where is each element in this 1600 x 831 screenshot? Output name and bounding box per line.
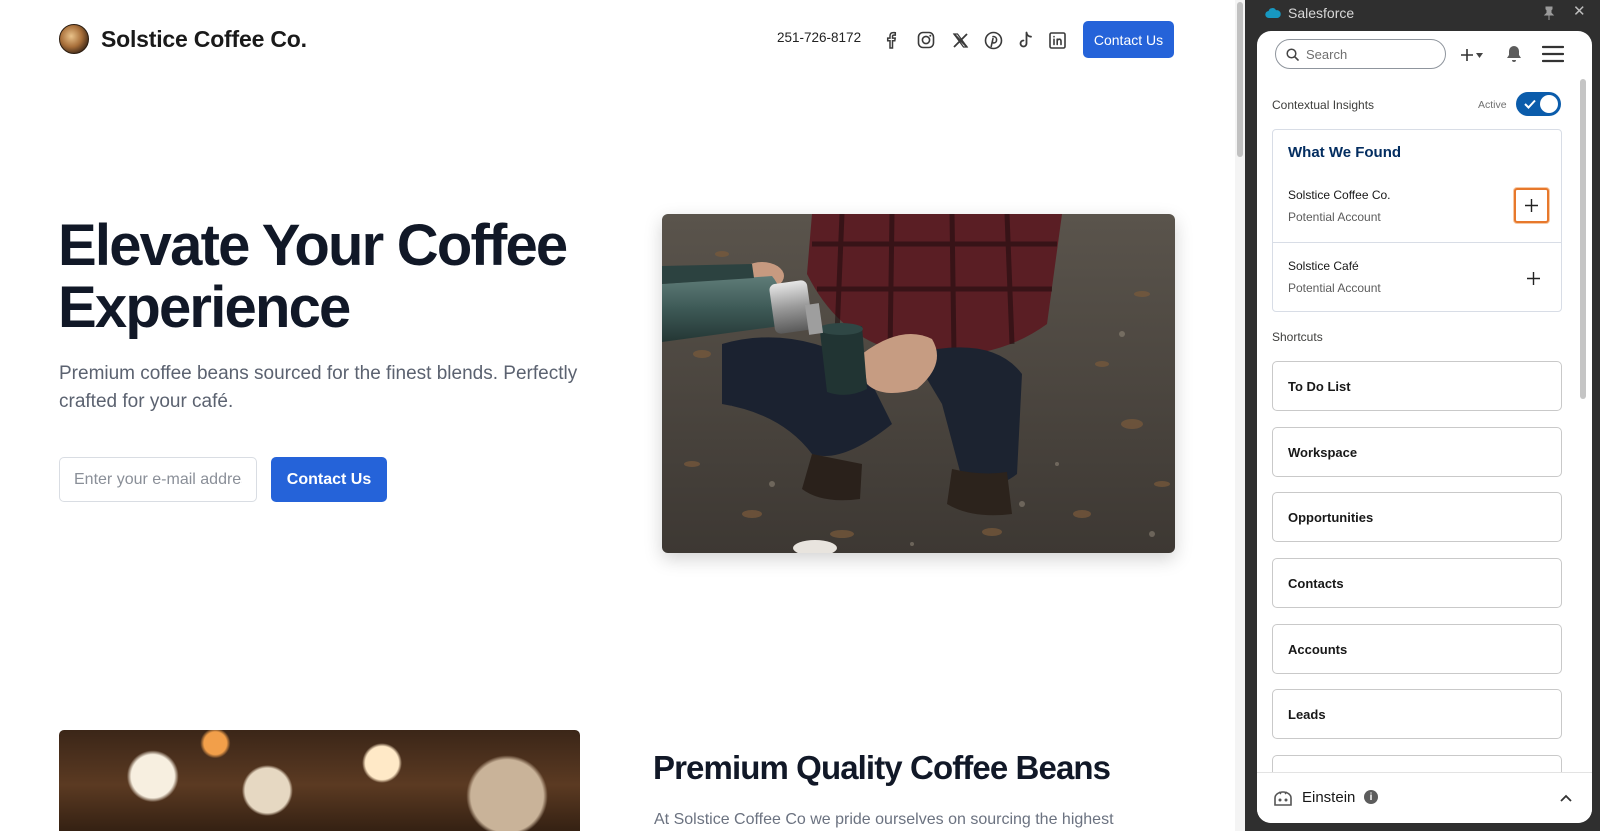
salesforce-card: Contextual Insights Active What We Found… [1257,31,1592,823]
plus-icon [1525,199,1538,212]
search-box[interactable] [1275,39,1446,69]
found-title: What We Found [1288,144,1402,161]
x-icon[interactable] [949,29,971,51]
salesforce-panel: Salesforce ✕ Contextual Insights Active [1245,0,1600,831]
panel-titlebar: Salesforce ✕ [1245,0,1600,26]
shortcut-contacts[interactable]: Contacts [1272,558,1562,608]
found-item: Solstice Café Potential Account [1273,243,1561,313]
tiktok-icon[interactable] [1014,29,1036,51]
page-scrollbar-thumb[interactable] [1237,2,1243,157]
shortcut-leads[interactable]: Leads [1272,689,1562,739]
einstein-label: Einstein [1302,789,1356,806]
nav-contact-button[interactable]: Contact Us [1083,21,1174,58]
global-actions-button[interactable] [1460,44,1488,66]
hamburger-menu-icon[interactable] [1542,45,1564,63]
section-title: Premium Quality Coffee Beans [653,749,1111,786]
page-scrollbar[interactable] [1235,0,1245,831]
found-item-type: Potential Account [1288,281,1381,295]
found-item-name: Solstice Coffee Co. [1288,188,1391,202]
chevron-up-icon[interactable] [1559,791,1573,805]
plus-icon [1527,272,1540,285]
logo-avatar [59,24,89,54]
panel-scrollbar[interactable] [1580,79,1586,769]
phone-number[interactable]: 251-726-8172 [777,30,861,45]
hero-image [662,214,1175,553]
found-item-type: Potential Account [1288,210,1381,224]
shortcuts-label: Shortcuts [1272,330,1323,344]
info-icon[interactable]: i [1364,790,1378,804]
hero-photo-illustration [662,214,1175,553]
shortcut-accounts[interactable]: Accounts [1272,624,1562,674]
contextual-insights-label: Contextual Insights [1272,98,1375,112]
hero-title: Elevate Your Coffee Experience [58,213,568,340]
facebook-icon[interactable] [880,29,902,51]
salesforce-cloud-icon [1265,8,1281,19]
found-item: Solstice Coffee Co. Potential Account [1273,172,1561,242]
screen: Solstice Coffee Co. 251-726-8172 Contact… [0,0,1600,831]
toggle-knob [1540,95,1558,113]
plus-icon [1461,49,1473,61]
shortcut-to-do-list[interactable]: To Do List [1272,361,1562,411]
search-input[interactable] [1306,46,1426,62]
pinterest-icon[interactable] [982,29,1004,51]
add-account-button[interactable] [1516,261,1551,296]
add-account-button[interactable] [1514,188,1549,223]
email-input[interactable] [59,457,257,502]
found-item-name: Solstice Café [1288,259,1359,273]
panel-scrollbar-thumb[interactable] [1580,79,1586,399]
pin-icon[interactable] [1543,6,1555,20]
close-icon[interactable]: ✕ [1573,4,1586,20]
hero-subtitle: Premium coffee beans sourced for the fin… [59,363,578,412]
linkedin-icon[interactable] [1046,29,1068,51]
hero-contact-button[interactable]: Contact Us [271,457,387,502]
insights-status-label: Active [1478,99,1507,111]
shortcut-opportunities[interactable]: Opportunities [1272,492,1562,542]
section-body: At Solstice Coffee Co we pride ourselves… [654,811,1114,828]
panel-title: Salesforce [1288,5,1355,21]
site-logo[interactable]: Solstice Coffee Co. [59,24,307,54]
coffee-shop-image [59,730,580,831]
shortcut-workspace[interactable]: Workspace [1272,427,1562,477]
einstein-icon [1274,791,1292,806]
search-icon [1286,47,1299,61]
website-page: Solstice Coffee Co. 251-726-8172 Contact… [0,0,1235,831]
what-we-found-card: What We Found Solstice Coffee Co. Potent… [1272,129,1562,312]
bell-icon[interactable] [1504,44,1524,64]
einstein-bar[interactable]: Einstein i [1257,772,1592,823]
chevron-down-icon [1476,52,1483,58]
brand-name: Solstice Coffee Co. [101,25,307,52]
check-icon [1524,99,1536,109]
instagram-icon[interactable] [915,29,937,51]
insights-toggle[interactable] [1516,92,1561,116]
